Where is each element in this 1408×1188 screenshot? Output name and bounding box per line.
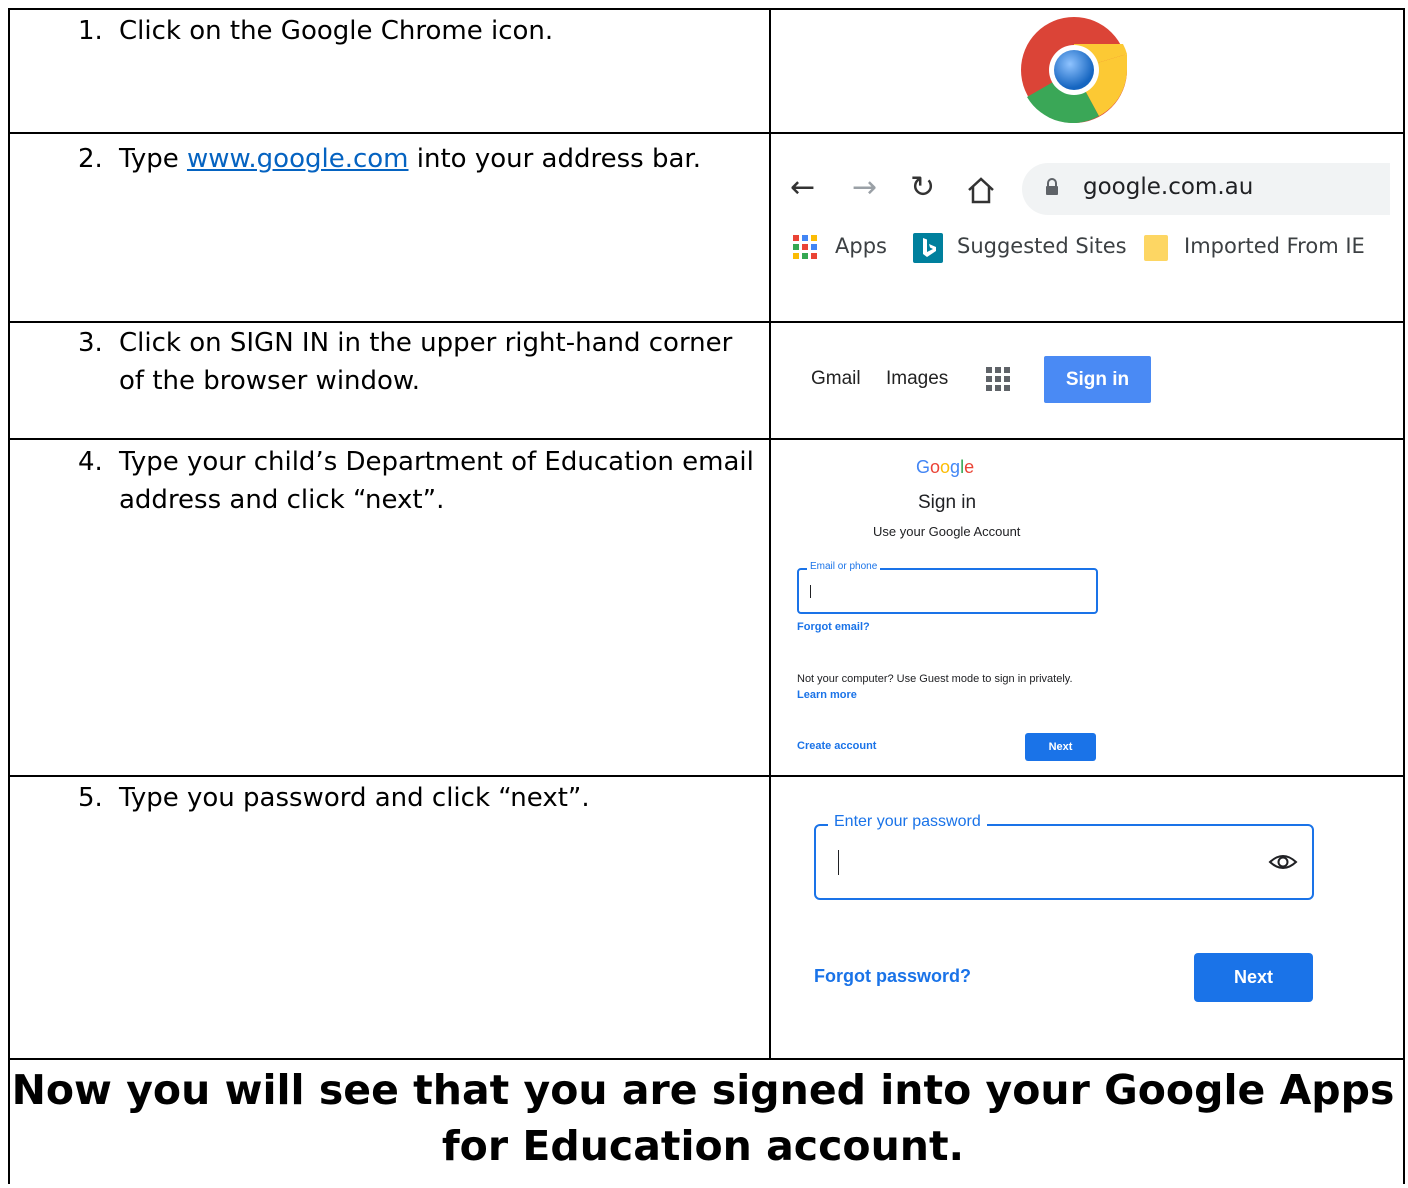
guest-mode-note: Not your computer? Use Guest mode to sig…	[797, 673, 1073, 685]
signin-subtitle: Use your Google Account	[873, 524, 1021, 539]
folder-icon	[1144, 235, 1168, 261]
step-text-line-1: Type your child’s Department of Educatio…	[119, 447, 754, 477]
create-account-link[interactable]: Create account	[797, 740, 876, 752]
google-link[interactable]: www.google.com	[187, 144, 409, 174]
email-field[interactable]: Email or phone	[797, 561, 1098, 614]
row-divider	[8, 321, 1405, 323]
step-number: 2.	[78, 144, 103, 174]
row-divider	[8, 132, 1405, 134]
forgot-email-link[interactable]: Forgot email?	[797, 621, 870, 633]
show-password-eye-icon[interactable]	[1268, 850, 1298, 874]
images-link[interactable]: Images	[886, 368, 948, 390]
signin-title: Sign in	[918, 492, 977, 513]
step-text-line-2: of the browser window.	[119, 366, 421, 396]
google-logo: Google	[916, 457, 975, 477]
forward-arrow-icon[interactable]: →	[852, 170, 877, 205]
row-divider	[8, 438, 1405, 440]
lock-icon	[1045, 178, 1059, 196]
reload-icon[interactable]: ↻	[910, 170, 935, 205]
back-arrow-icon[interactable]: ←	[790, 170, 815, 205]
step-number: 3.	[78, 328, 103, 358]
table-border-right	[1403, 8, 1405, 1184]
chrome-icon	[1019, 14, 1129, 126]
row-divider	[8, 775, 1405, 777]
apps-grid-icon[interactable]	[793, 235, 817, 259]
next-button[interactable]: Next	[1194, 953, 1313, 1002]
next-button[interactable]: Next	[1025, 733, 1096, 761]
table-border-top	[8, 8, 1405, 10]
row-divider	[8, 1058, 1405, 1060]
learn-more-link[interactable]: Learn more	[797, 689, 857, 701]
url-text: google.com.au	[1083, 174, 1254, 200]
final-message-line-2: for Education account.	[441, 1122, 965, 1170]
final-message-line-1: Now you will see that you are signed int…	[11, 1066, 1395, 1114]
step-number: 1.	[78, 16, 103, 46]
step-text: Type www.google.com into your address ba…	[119, 144, 701, 174]
bookmark-imported-from-ie[interactable]: Imported From IE	[1184, 234, 1365, 258]
apps-launcher-icon[interactable]	[986, 367, 1010, 391]
password-field-label: Enter your password	[828, 813, 987, 831]
table-column-divider	[769, 8, 771, 1060]
text-caret	[838, 850, 839, 875]
step-text: Click on the Google Chrome icon.	[119, 16, 554, 46]
home-icon[interactable]	[966, 176, 996, 204]
sign-in-button[interactable]: Sign in	[1044, 356, 1151, 403]
bookmark-apps[interactable]: Apps	[835, 234, 887, 258]
bookmark-suggested-sites[interactable]: Suggested Sites	[957, 234, 1127, 258]
text-caret	[810, 585, 811, 598]
email-field-label: Email or phone	[807, 561, 881, 572]
step-text-line-1: Click on SIGN IN in the upper right-hand…	[119, 328, 733, 358]
step-text: Type you password and click “next”.	[119, 783, 590, 813]
forgot-password-link[interactable]: Forgot password?	[814, 966, 971, 987]
table-border-left	[8, 8, 10, 1184]
step-number: 4.	[78, 447, 103, 477]
gmail-link[interactable]: Gmail	[811, 368, 861, 390]
password-field[interactable]: Enter your password	[814, 813, 1314, 900]
bing-icon	[913, 233, 943, 263]
step-number: 5.	[78, 783, 103, 813]
step-text-line-2: address and click “next”.	[119, 485, 445, 515]
final-message: Now you will see that you are signed int…	[0, 1062, 1406, 1174]
